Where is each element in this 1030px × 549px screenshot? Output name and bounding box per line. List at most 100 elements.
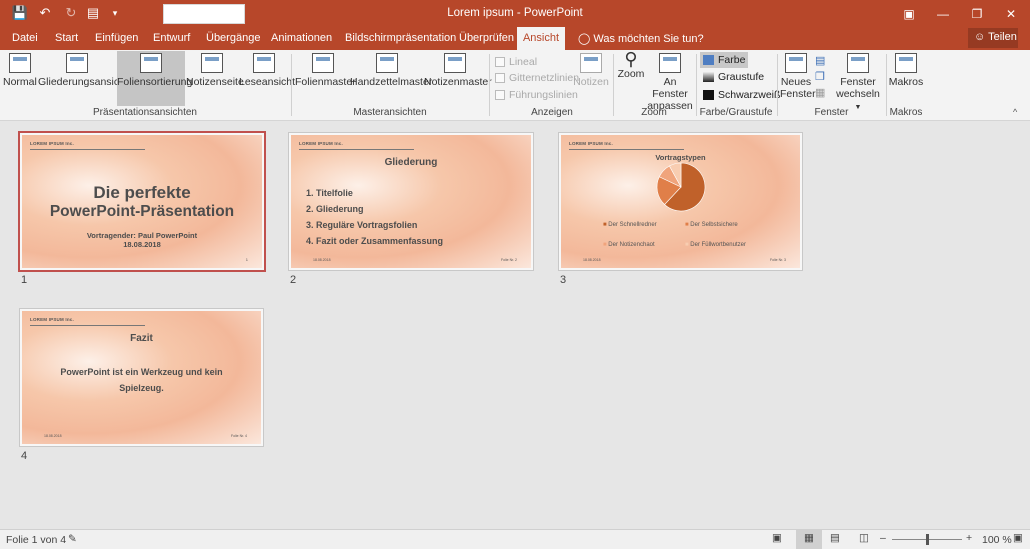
- slide-company: LOREM IPSUM Inc.: [299, 141, 343, 146]
- view-reading-button[interactable]: Leseansicht: [239, 51, 295, 106]
- gridlines-label: Gitternetzlinien: [509, 72, 580, 84]
- slide-subtitle-line2: 18.08.2018: [123, 240, 161, 249]
- maximize-icon[interactable]: ❐: [960, 0, 994, 27]
- legend-label: Der Füllwortbenutzer: [690, 242, 746, 248]
- slide-canvas: LOREM IPSUM Inc. Die perfekte PowerPoint…: [22, 135, 262, 268]
- notes-page-label: Notizenseite: [186, 76, 244, 88]
- guides-checkbox[interactable]: Führungslinien: [495, 89, 578, 101]
- handout-master-button[interactable]: Handzettelmaster: [350, 51, 432, 106]
- zoom-button[interactable]: ⚲ Zoom: [616, 49, 646, 106]
- tab-start[interactable]: Start: [55, 32, 78, 44]
- fit-to-window-button[interactable]: An Fenster anpassen: [647, 51, 693, 112]
- slide-page-number: Folie Nr. 3: [770, 258, 786, 262]
- slide-title-line1: Die perfekte: [93, 183, 191, 202]
- list-item: 4. Fazit oder Zusammenfassung: [306, 236, 444, 246]
- group-label-color: Farbe/Graustufe: [699, 107, 773, 118]
- slide-sorter-status-icon[interactable]: ▦: [796, 530, 822, 549]
- legend-label: Der Selbstsichere: [690, 222, 738, 228]
- spelling-icon[interactable]: ✎: [68, 533, 77, 545]
- slide-canvas: LOREM IPSUM Inc. Fazit PowerPoint ist ei…: [22, 311, 261, 444]
- tab-entwurf[interactable]: Entwurf: [153, 32, 190, 44]
- color-button[interactable]: Farbe: [700, 52, 749, 68]
- slide-thumbnail-3[interactable]: LOREM IPSUM Inc. Vortragstypen ■ Der Sch…: [558, 132, 803, 271]
- move-split-icon[interactable]: ▦: [815, 86, 825, 99]
- reading-view-icon: [252, 53, 275, 73]
- reading-label: Leseansicht: [239, 76, 296, 88]
- grayscale-label: Graustufe: [718, 71, 765, 83]
- arrange-all-icon[interactable]: ▤: [815, 54, 825, 67]
- legend-item-3: ■ Der Notizenchaot: [603, 242, 655, 248]
- slide-number-3: 3: [560, 274, 567, 286]
- tab-datei[interactable]: Datei: [12, 32, 38, 44]
- new-window-label-1: Neues: [780, 76, 812, 88]
- cascade-icon[interactable]: ❐: [815, 70, 825, 83]
- view-notes-page-button[interactable]: Notizenseite: [186, 51, 244, 106]
- group-label-master-views: Masteransichten: [353, 107, 427, 118]
- ribbon-tabs: Datei Start Einfügen Entwurf Übergänge A…: [0, 27, 1030, 50]
- gridlines-checkbox[interactable]: Gitternetzlinien: [495, 72, 579, 84]
- slide-master-button[interactable]: Folienmaster: [295, 51, 356, 106]
- ribbon-display-options-icon[interactable]: ▣: [892, 0, 926, 27]
- slideshow-status-icon[interactable]: ◫: [859, 532, 869, 544]
- checkbox-icon: [495, 57, 505, 67]
- zoom-label: Zoom: [617, 68, 645, 80]
- tell-me-text: Was möchten Sie tun?: [593, 33, 704, 45]
- zoom-in-icon[interactable]: +: [966, 532, 972, 544]
- group-label-presentation-views: Präsentationsansichten: [93, 107, 197, 118]
- zoom-level[interactable]: 100 %: [982, 534, 1012, 546]
- slide-master-icon: [311, 53, 334, 73]
- group-label-macros: Makros: [889, 107, 923, 118]
- new-window-label-2: Fenster: [780, 88, 816, 100]
- macros-label: Makros: [888, 76, 924, 88]
- grayscale-button[interactable]: Graustufe: [700, 69, 767, 85]
- slide-thumbnail-1[interactable]: LOREM IPSUM Inc. Die perfekte PowerPoint…: [18, 131, 266, 272]
- slide-number-2: 2: [290, 274, 297, 286]
- slide-thumbnail-4[interactable]: LOREM IPSUM Inc. Fazit PowerPoint ist ei…: [19, 308, 264, 447]
- color-swatch-icon: [703, 55, 714, 65]
- fit-window-icon: [659, 53, 681, 73]
- fit-slide-icon[interactable]: ▣: [1013, 532, 1023, 544]
- collapse-ribbon-icon[interactable]: ^: [1013, 107, 1017, 117]
- tab-bildschirmpraesentation[interactable]: Bildschirmpräsentation: [345, 32, 456, 44]
- slide-number-1: 1: [21, 274, 28, 286]
- minimize-icon[interactable]: —: [926, 0, 960, 27]
- zoom-out-icon[interactable]: –: [880, 532, 886, 544]
- slide-title: Fazit: [130, 333, 153, 344]
- normal-view-icon: [8, 53, 31, 73]
- legend-label: Der Schnellredner: [608, 222, 657, 228]
- view-slide-sorter-button[interactable]: Foliensortierung: [117, 51, 192, 106]
- guides-label: Führungslinien: [509, 89, 578, 101]
- list-item: 1. Titelfolie: [306, 188, 353, 198]
- reading-view-status-icon[interactable]: ▤: [830, 532, 840, 544]
- ruler-label: Lineal: [509, 56, 538, 68]
- view-normal-button[interactable]: Normal: [3, 51, 37, 106]
- tab-animationen[interactable]: Animationen: [271, 32, 332, 44]
- window-title: Lorem ipsum - PowerPoint: [447, 7, 583, 19]
- normal-view-status-icon[interactable]: ▣: [772, 532, 782, 544]
- group-label-zoom: Zoom: [641, 107, 667, 118]
- switch-windows-button[interactable]: Fenster wechseln ▼: [834, 51, 882, 111]
- notes-label: Notizen: [573, 76, 609, 88]
- notes-page-icon: [201, 53, 223, 73]
- tab-ueberpruefen[interactable]: Überprüfen: [459, 32, 514, 44]
- slide-thumbnail-2[interactable]: LOREM IPSUM Inc. Gliederung 1. Titelfoli…: [288, 132, 534, 271]
- view-outline-button[interactable]: Gliederungsansicht: [38, 51, 128, 106]
- black-white-button[interactable]: Schwarzweiß: [700, 87, 783, 103]
- ruler-checkbox[interactable]: Lineal: [495, 56, 537, 68]
- tab-ansicht[interactable]: Ansicht: [517, 27, 565, 50]
- share-button[interactable]: ☺ Teilen: [968, 28, 1018, 48]
- zoom-slider-thumb[interactable]: [926, 534, 929, 545]
- fit-label-1: An Fenster: [652, 76, 688, 100]
- new-window-button[interactable]: Neues Fenster: [780, 51, 816, 106]
- notes-button[interactable]: Notizen: [573, 51, 609, 106]
- macros-button[interactable]: Makros: [888, 51, 924, 106]
- notes-master-button[interactable]: Notizenmaster: [424, 51, 492, 106]
- close-icon[interactable]: ✕: [994, 0, 1028, 27]
- slide-outline-list: 1. Titelfolie 2. Gliederung 3. Reguläre …: [306, 185, 443, 249]
- tell-me-search[interactable]: ◯ Was möchten Sie tun?: [578, 32, 704, 45]
- tab-uebergaenge[interactable]: Übergänge: [206, 32, 260, 44]
- tab-einfuegen[interactable]: Einfügen: [95, 32, 138, 44]
- notes-master-label: Notizenmaster: [424, 76, 492, 88]
- legend-label: Der Notizenchaot: [608, 242, 655, 248]
- magnifier-icon: ⚲: [624, 49, 638, 69]
